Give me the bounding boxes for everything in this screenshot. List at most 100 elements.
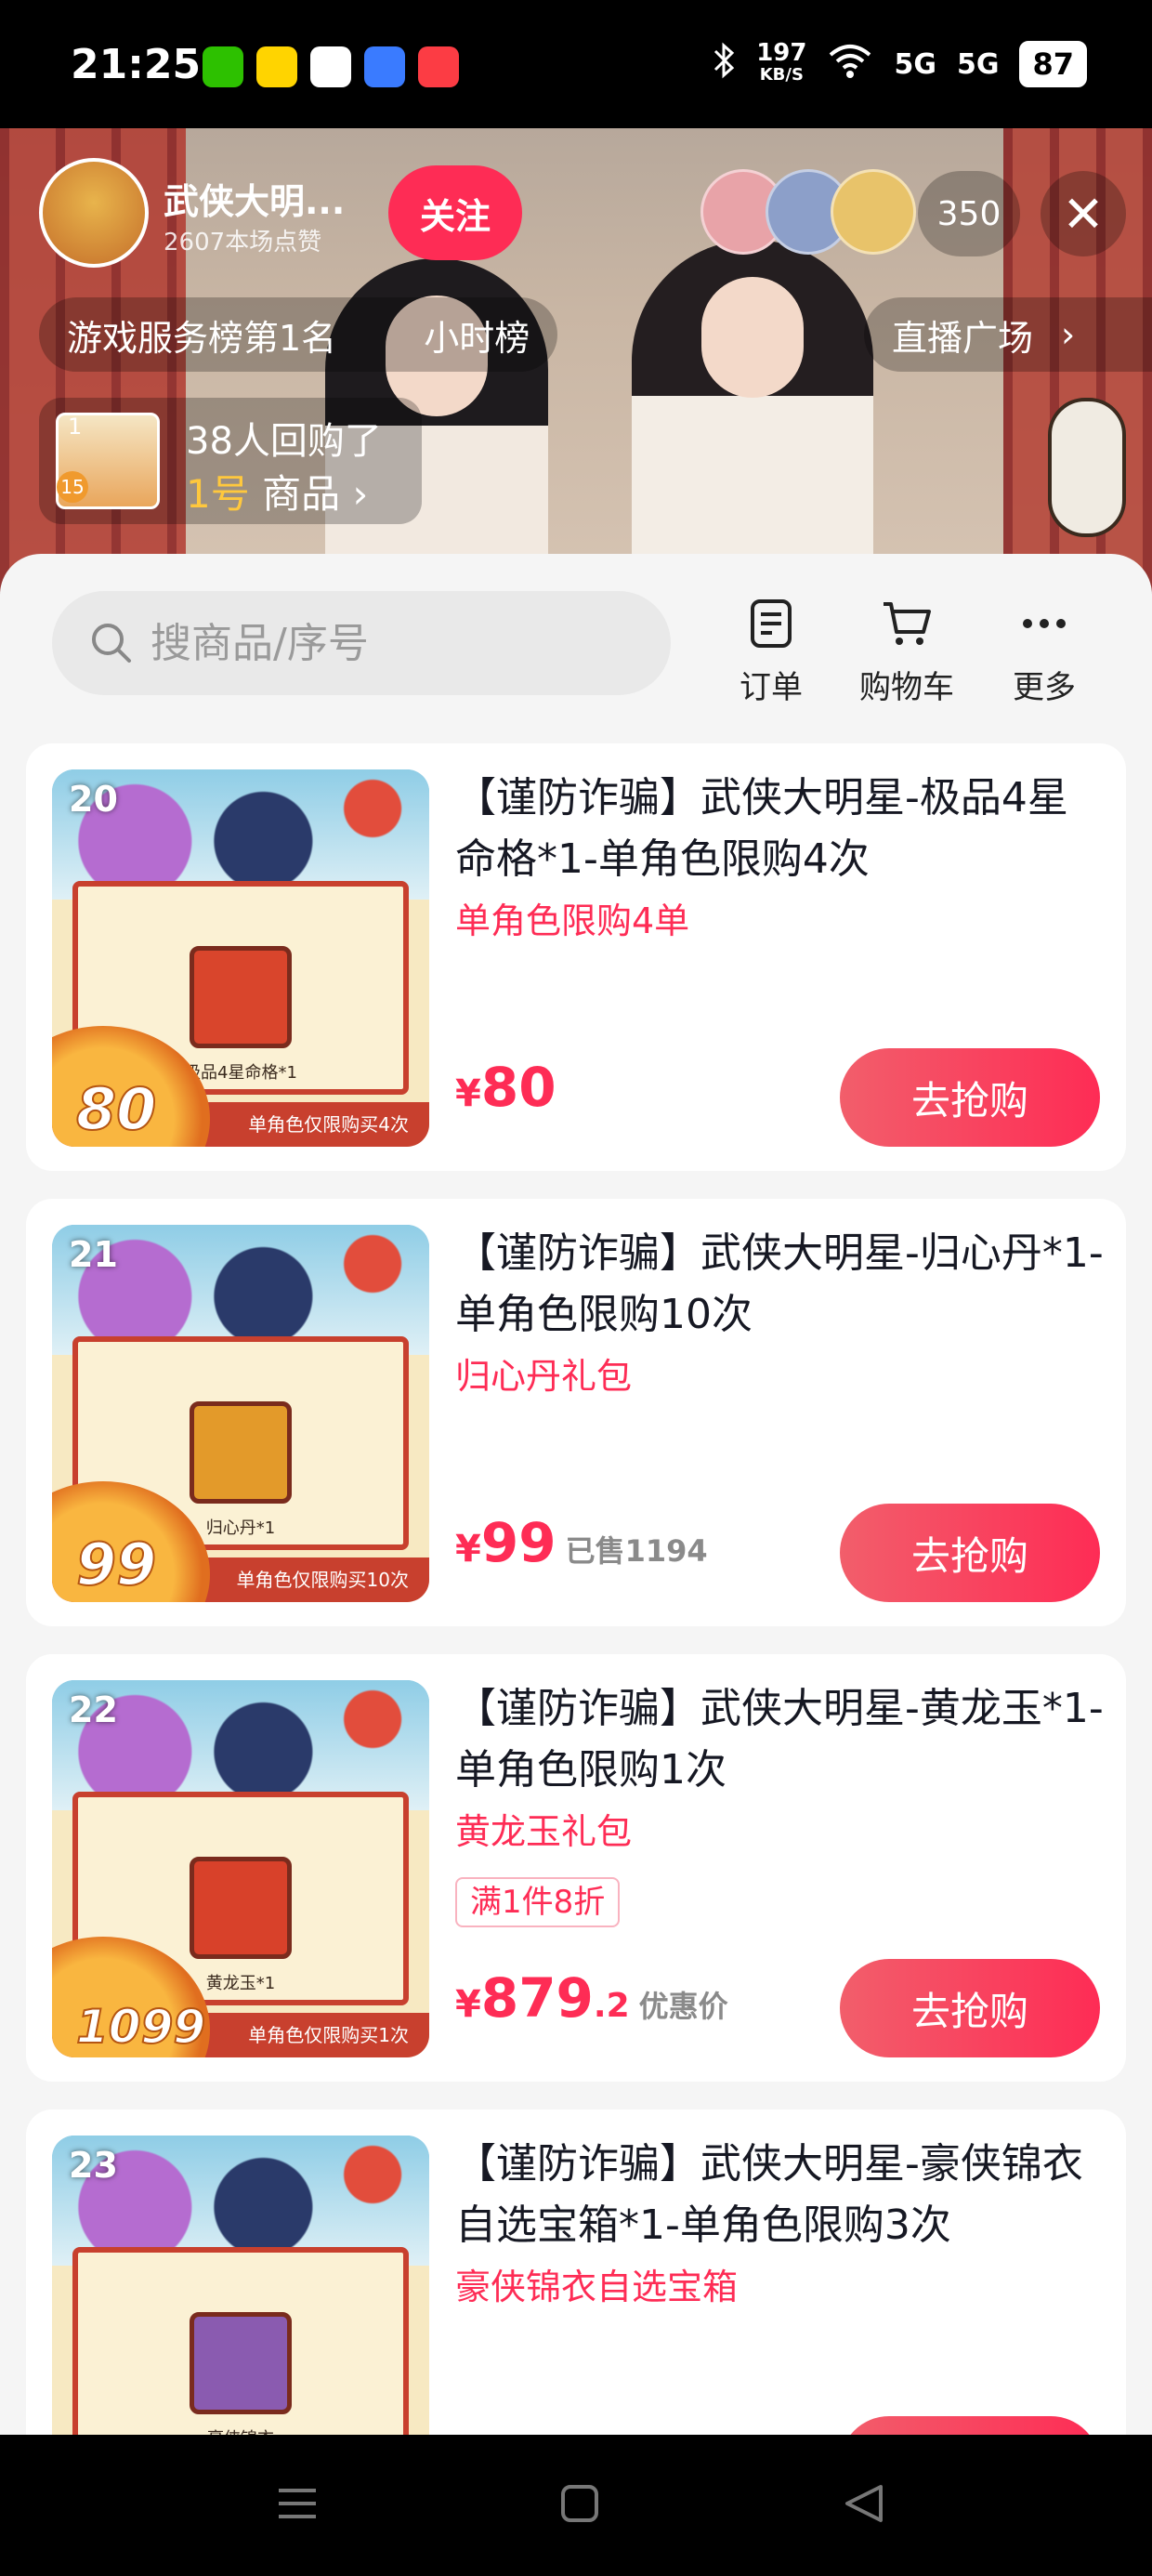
product-sheet: 订单 购物车 更多 极品4星命格*1 单角色仅限购买4次 80 20 【谨防诈骗… xyxy=(0,554,1152,2435)
price-currency: ¥ xyxy=(455,1983,481,2026)
menu-icon[interactable] xyxy=(275,2481,320,2526)
cart-label: 购物车 xyxy=(859,669,954,706)
product-subtitle: 黄龙玉礼包 xyxy=(455,1811,633,1852)
battery-icon: 87 xyxy=(1019,41,1087,87)
rank-period: 小时榜 xyxy=(424,317,530,359)
streamer-2 xyxy=(632,240,873,593)
product-title[interactable]: 【谨防诈骗】武侠大明星-豪侠锦衣自选宝箱*1-单角色限购3次 xyxy=(455,2134,1106,2256)
product-item-icon xyxy=(190,1401,292,1504)
product-art-price: 80 xyxy=(75,1074,157,1144)
discount-tag: 满1件8折 xyxy=(455,1877,621,1927)
repurchase-item-number: 1号 xyxy=(186,471,250,517)
more-label: 更多 xyxy=(1013,669,1076,706)
product-card[interactable]: 黄龙玉*1 单角色仅限购买1次 1099 22 【谨防诈骗】武侠大明星-黄龙玉*… xyxy=(26,1654,1126,2082)
home-icon[interactable] xyxy=(557,2481,602,2526)
search-bar[interactable] xyxy=(52,591,671,695)
product-item-icon xyxy=(190,1857,292,1959)
product-card[interactable]: 豪侠锦衣 23 【谨防诈骗】武侠大明星-豪侠锦衣自选宝箱*1-单角色限购3次 豪… xyxy=(26,2109,1126,2435)
network-speed-unit: KB/S xyxy=(759,65,804,85)
buy-now-button[interactable]: 去抢购 xyxy=(840,1048,1100,1147)
product-image[interactable]: 黄龙玉*1 单角色仅限购买1次 1099 22 xyxy=(52,1680,429,2057)
product-subtitle: 豪侠锦衣自选宝箱 xyxy=(455,2267,739,2307)
more-button[interactable]: 更多 xyxy=(988,595,1100,707)
music-icon xyxy=(418,46,459,87)
product-art-price: 99 xyxy=(75,1530,157,1599)
product-card[interactable]: 极品4星命格*1 单角色仅限购买4次 80 20 【谨防诈骗】武侠大明星-极品4… xyxy=(26,743,1126,1171)
price-integer: 99 xyxy=(480,1511,556,1574)
price-integer: 879 xyxy=(480,1966,594,2030)
plaza-label: 直播广场 xyxy=(892,317,1034,359)
back-icon[interactable] xyxy=(842,2481,886,2526)
more-icon xyxy=(988,595,1100,652)
app-icon xyxy=(256,46,297,87)
product-number: 21 xyxy=(69,1234,118,1275)
network-speed: 197 KB/S xyxy=(756,39,807,86)
search-input[interactable] xyxy=(151,619,634,667)
repurchase-item: 1号 商品 › xyxy=(186,463,368,519)
product-price: ¥80 xyxy=(455,1056,556,1119)
app-icon xyxy=(364,46,405,87)
product-art-price: 1099 xyxy=(75,1999,206,2055)
viewer-avatar[interactable] xyxy=(831,169,916,255)
repurchase-item-label: 商品 xyxy=(262,471,341,517)
product-number: 22 xyxy=(69,1689,118,1730)
wechat-icon xyxy=(203,46,243,87)
wifi-icon xyxy=(827,42,873,86)
product-subtitle: 归心丹礼包 xyxy=(455,1356,633,1397)
price-decimal: .2 xyxy=(593,1987,630,2025)
product-title[interactable]: 【谨防诈骗】武侠大明星-归心丹*1-单角色限购10次 xyxy=(455,1223,1106,1346)
close-icon[interactable]: ✕ xyxy=(1041,171,1126,256)
rank-badge[interactable]: 游戏服务榜第1名 小时榜 xyxy=(39,297,558,372)
product-thumbnail: 1 15 xyxy=(56,413,160,509)
sold-count: 已售1194 xyxy=(565,1533,708,1569)
product-image[interactable]: 极品4星命格*1 单角色仅限购买4次 80 20 xyxy=(52,769,429,1147)
repurchase-banner[interactable]: 1 15 38人回购了 1号 商品 › xyxy=(39,398,422,524)
anchor-avatar[interactable] xyxy=(39,158,149,268)
product-title[interactable]: 【谨防诈骗】武侠大明星-极品4星命格*1-单角色限购4次 xyxy=(455,768,1106,890)
orders-label: 订单 xyxy=(740,669,803,706)
search-icon xyxy=(92,624,131,663)
status-bar: 21:25 197 KB/S 5G 5G 87 xyxy=(0,0,1152,128)
cart-icon xyxy=(851,595,962,652)
cart-button[interactable]: 购物车 xyxy=(851,595,962,707)
product-card[interactable]: 归心丹*1 单角色仅限购买10次 99 21 【谨防诈骗】武侠大明星-归心丹*1… xyxy=(26,1199,1126,1626)
order-icon xyxy=(715,595,827,652)
price-currency: ¥ xyxy=(455,1072,481,1115)
product-price: ¥99 已售1194 xyxy=(455,1511,708,1574)
orders-button[interactable]: 订单 xyxy=(715,595,827,707)
lantern-decor xyxy=(1048,398,1126,537)
live-plaza-button[interactable]: 直播广场 › xyxy=(864,297,1152,372)
anchor-name: 武侠大明... xyxy=(164,181,346,222)
network-speed-value: 197 xyxy=(756,39,807,67)
system-nav-bar xyxy=(0,2435,1152,2576)
app-icon xyxy=(310,46,351,87)
viewer-count[interactable]: 350 xyxy=(918,171,1020,256)
thumbnail-badge: 15 xyxy=(57,471,88,503)
buy-now-button[interactable] xyxy=(840,2416,1100,2435)
anchor-likes: 2607本场点赞 xyxy=(164,229,322,256)
product-item-icon xyxy=(190,2312,292,2414)
clock: 21:25 xyxy=(71,41,202,88)
chevron-right-icon: › xyxy=(1061,314,1076,355)
signal-5g-1: 5G xyxy=(894,47,936,81)
buy-now-button[interactable]: 去抢购 xyxy=(840,1959,1100,2057)
thumbnail-number: 1 xyxy=(68,414,83,440)
product-price: ¥879.2 优惠价 xyxy=(455,1966,728,2030)
price-note: 优惠价 xyxy=(638,1989,728,2024)
repurchase-text: 38人回购了 xyxy=(186,420,382,463)
product-image[interactable]: 豪侠锦衣 23 xyxy=(52,2136,429,2435)
price-integer: 80 xyxy=(480,1056,556,1119)
product-title[interactable]: 【谨防诈骗】武侠大明星-黄龙玉*1-单角色限购1次 xyxy=(455,1678,1106,1801)
product-subtitle: 单角色限购4单 xyxy=(455,900,690,941)
product-number: 23 xyxy=(69,2145,118,2186)
chevron-right-icon: › xyxy=(352,471,369,517)
notification-icons xyxy=(203,46,459,87)
system-indicators: 197 KB/S 5G 5G 87 xyxy=(712,41,1087,87)
viewer-avatars[interactable] xyxy=(700,169,916,255)
product-item-icon xyxy=(190,946,292,1048)
product-art-caption: 豪侠锦衣 xyxy=(52,2425,429,2435)
follow-button[interactable]: 关注 xyxy=(388,165,522,260)
buy-now-button[interactable]: 去抢购 xyxy=(840,1504,1100,1602)
price-currency: ¥ xyxy=(455,1528,481,1571)
product-image[interactable]: 归心丹*1 单角色仅限购买10次 99 21 xyxy=(52,1225,429,1602)
